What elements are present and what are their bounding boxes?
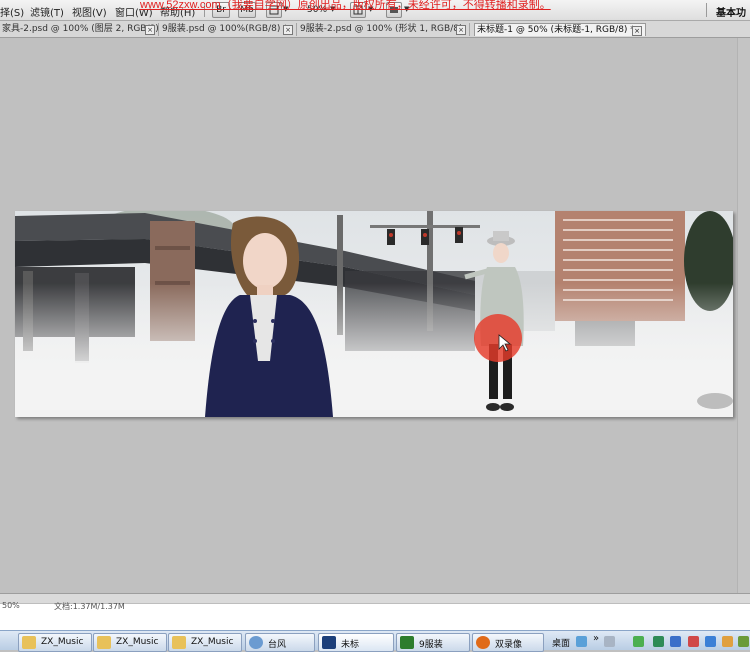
banner-image bbox=[15, 211, 733, 417]
camtasia-icon bbox=[400, 636, 414, 649]
close-icon[interactable]: × bbox=[632, 26, 642, 36]
taskbar: ZX_Music ZX_Music ZX_Music 台风 未标 9服装 双录像… bbox=[0, 630, 750, 652]
tab-clothing-psd[interactable]: 9服装.psd @ 100%(RGB/8) * × bbox=[160, 23, 297, 36]
tray-icon[interactable] bbox=[688, 636, 699, 647]
taskbar-button-browser[interactable]: 台风 bbox=[245, 633, 315, 652]
status-bar: 50% 文档:1.37M/1.37M bbox=[0, 601, 750, 630]
taskbar-button-camtasia[interactable]: 9服装 bbox=[396, 633, 470, 652]
tray-icon[interactable] bbox=[722, 636, 733, 647]
tab-label: 未标题-1 @ 50% (未标题-1, RGB/8) * bbox=[477, 25, 635, 35]
globe-icon bbox=[249, 636, 263, 649]
folder-icon bbox=[97, 636, 111, 649]
photoshop-icon bbox=[322, 636, 336, 649]
toolbar-separator bbox=[706, 3, 707, 17]
close-icon[interactable]: × bbox=[283, 25, 293, 35]
chevron-overflow-icon[interactable]: » bbox=[593, 633, 599, 644]
tab-label: 9服装-2.psd @ 100% (形状 1, RGB/8) bbox=[300, 24, 463, 34]
tray-icon[interactable] bbox=[705, 636, 716, 647]
tray-icon[interactable] bbox=[633, 636, 644, 647]
tab-untitled-1[interactable]: 未标题-1 @ 50% (未标题-1, RGB/8) * × bbox=[474, 23, 646, 36]
status-doc-info: 文档:1.37M/1.37M bbox=[54, 602, 125, 611]
folder-icon bbox=[172, 636, 186, 649]
tray-icon[interactable] bbox=[653, 636, 664, 647]
taskbar-button-folder[interactable]: ZX_Music bbox=[93, 633, 167, 652]
close-icon[interactable]: × bbox=[456, 25, 466, 35]
close-icon[interactable]: × bbox=[145, 25, 155, 35]
desktop-toolbar-label[interactable]: 桌面 bbox=[552, 636, 570, 649]
tray-icon[interactable] bbox=[604, 636, 615, 647]
status-zoom[interactable]: 50% bbox=[2, 601, 20, 610]
taskbar-button-recorder[interactable]: 双录像 bbox=[472, 633, 544, 652]
menu-bar: 择(S) 滤镜(T) 视图(V) 窗口(W) 帮助(H) Br Mb ▼ 50%… bbox=[0, 0, 750, 34]
taskbar-button-folder[interactable]: ZX_Music bbox=[18, 633, 92, 652]
tab-furniture-psd[interactable]: 家具-2.psd @ 100% (图层 2, RGB/8) × bbox=[0, 23, 159, 36]
menu-select[interactable]: 择(S) bbox=[0, 4, 24, 19]
taskbar-button-folder[interactable]: ZX_Music bbox=[168, 633, 242, 652]
recorder-icon bbox=[476, 636, 490, 649]
menu-filter[interactable]: 滤镜(T) bbox=[30, 4, 64, 19]
tab-label: 家具-2.psd @ 100% (图层 2, RGB/8) bbox=[2, 24, 159, 34]
cursor-highlight bbox=[474, 314, 522, 362]
ie-icon[interactable] bbox=[576, 636, 587, 647]
menu-view[interactable]: 视图(V) bbox=[72, 4, 107, 19]
tray-icon[interactable] bbox=[738, 636, 749, 647]
vertical-scrollbar[interactable] bbox=[737, 38, 750, 594]
tray-icon[interactable] bbox=[670, 636, 681, 647]
tab-label: 9服装.psd @ 100%(RGB/8) * bbox=[162, 24, 288, 34]
watermark-text: www.52zxw.com（我要自学网）原创出品，版权所有，未经许可，不得转播和… bbox=[140, 0, 551, 11]
document-tab-bar: 家具-2.psd @ 100% (图层 2, RGB/8) × 9服装.psd … bbox=[0, 21, 750, 38]
document-canvas[interactable] bbox=[15, 211, 733, 417]
taskbar-button-photoshop[interactable]: 未标 bbox=[318, 633, 394, 652]
tab-clothing-2-psd[interactable]: 9服装-2.psd @ 100% (形状 1, RGB/8) × bbox=[298, 23, 470, 36]
folder-icon bbox=[22, 636, 36, 649]
